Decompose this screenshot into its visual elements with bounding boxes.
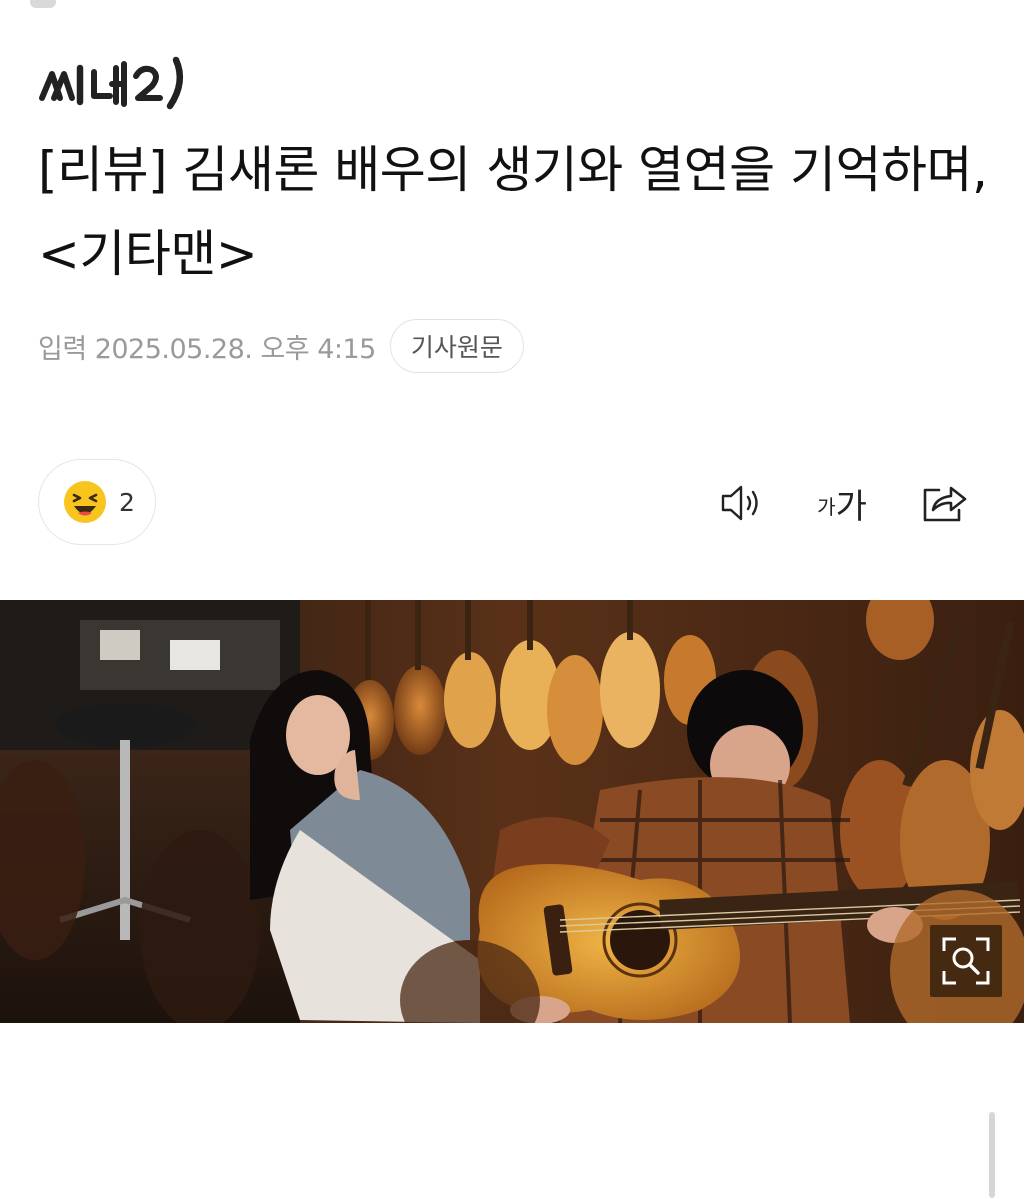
scrollbar[interactable] bbox=[989, 1112, 995, 1198]
published-datetime: 2025.05.28. 오후 4:15 bbox=[94, 333, 377, 365]
listen-button[interactable] bbox=[714, 478, 768, 528]
font-size-large-glyph: 가 bbox=[835, 486, 867, 527]
published-label: 입력 bbox=[38, 333, 87, 365]
reaction-count: 2 bbox=[119, 487, 135, 517]
article-image[interactable] bbox=[0, 600, 1024, 1023]
article-title: [리뷰] 김새론 배우의 생기와 열연을 기억하며, <기타맨> bbox=[38, 141, 988, 283]
share-icon bbox=[923, 486, 967, 522]
article-meta: 입력 2025.05.28. 오후 4:15 기사원문 bbox=[38, 318, 524, 374]
share-button[interactable] bbox=[916, 478, 972, 528]
reaction-button[interactable]: 2 bbox=[38, 459, 156, 545]
font-size-small-glyph: 가 bbox=[817, 495, 836, 519]
image-zoom-button[interactable] bbox=[930, 925, 1002, 997]
font-size-button[interactable]: 가 가 bbox=[810, 478, 874, 528]
laughing-face-icon bbox=[64, 481, 106, 523]
top-edge-handle bbox=[30, 0, 56, 8]
speaker-icon bbox=[721, 485, 758, 521]
publication-logo[interactable] bbox=[38, 52, 208, 112]
original-article-button[interactable]: 기사원문 bbox=[389, 319, 524, 373]
zoom-icon bbox=[942, 937, 990, 985]
